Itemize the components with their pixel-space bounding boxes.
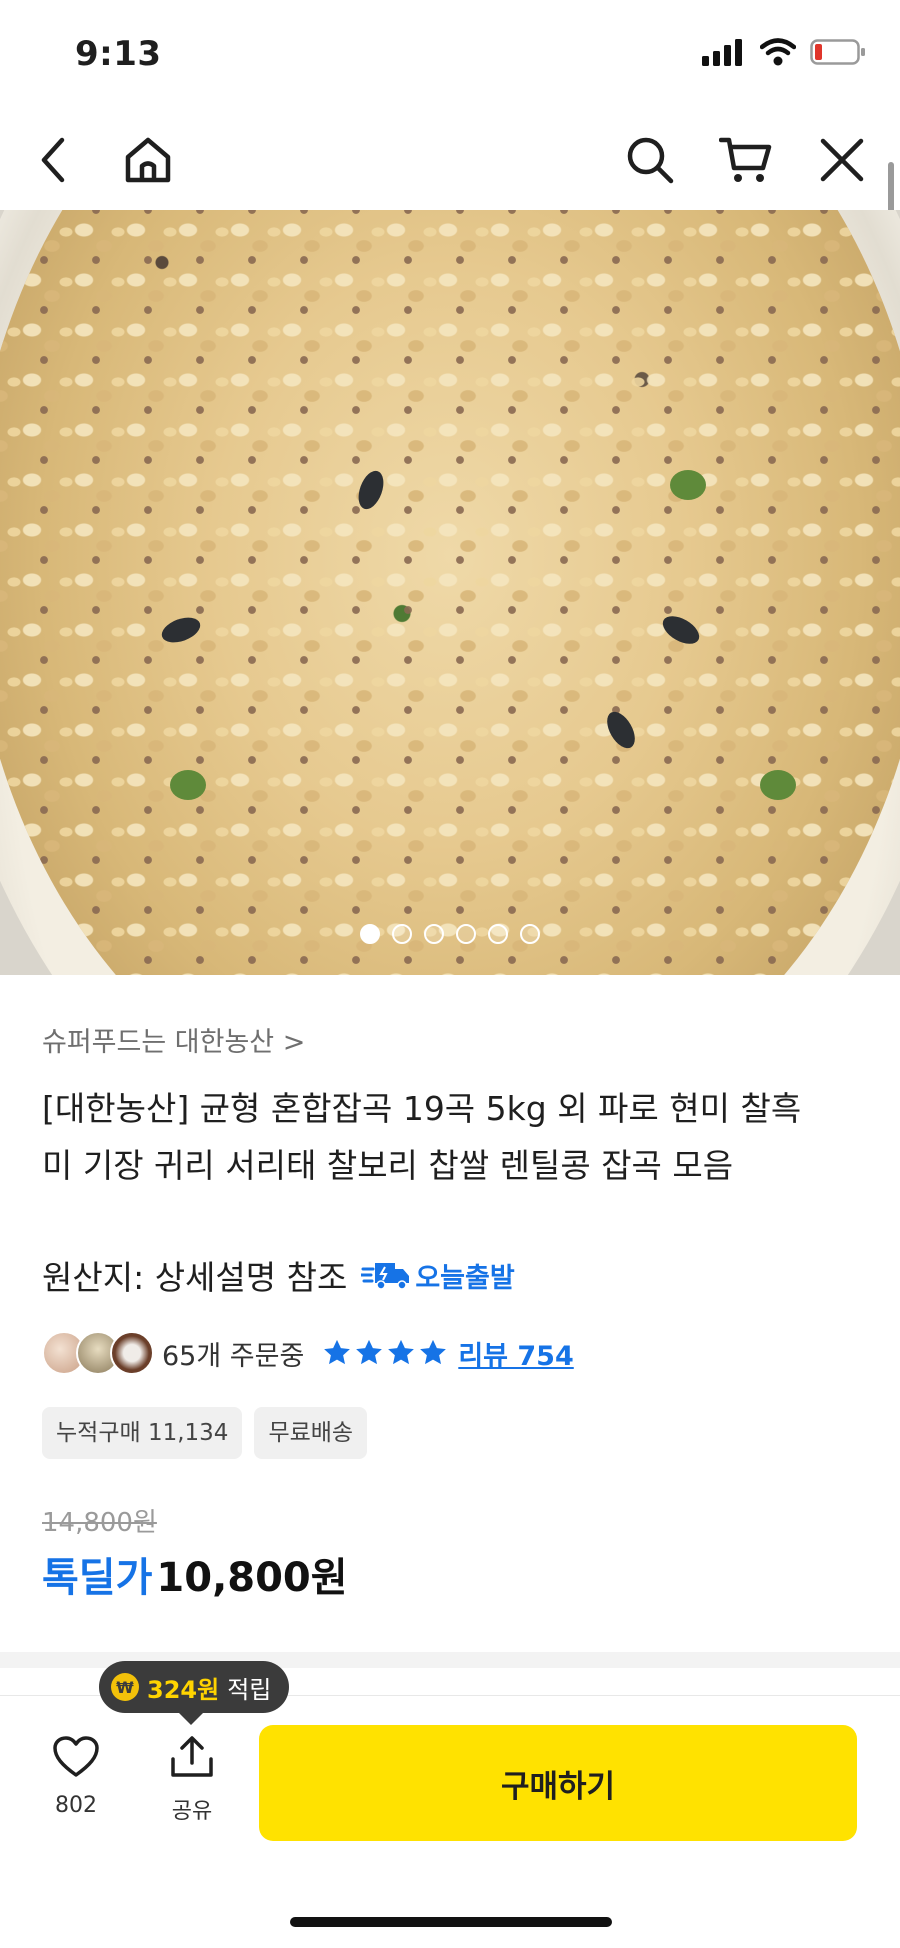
product-title: [대한농산] 균형 혼합잡곡 19곡 5kg 외 파로 현미 찰흑미 기장 귀리… (42, 1089, 802, 1185)
fast-delivery-truck-icon (361, 1263, 410, 1290)
status-icons (702, 38, 866, 66)
back-button[interactable] (24, 130, 84, 190)
status-bar: 9:13 (0, 0, 900, 110)
close-button[interactable] (812, 130, 872, 190)
today-shipping-label: 오늘출발 (415, 1262, 515, 1294)
carousel-dot[interactable] (360, 924, 380, 944)
favorite-count: 802 (55, 1793, 97, 1818)
points-tooltip: ₩ 324원 적립 (99, 1661, 290, 1725)
home-indicator[interactable] (290, 1917, 612, 1927)
battery-low-icon (810, 39, 865, 65)
carousel-dot[interactable] (456, 924, 476, 944)
search-icon (627, 137, 674, 184)
product-tags: 누적구매 11,134 무료배송 (42, 1407, 368, 1459)
sale-price: 10,800원 (156, 1555, 348, 1601)
carousel-dots[interactable] (0, 924, 900, 944)
carousel-dot[interactable] (488, 924, 508, 944)
star-icon (388, 1339, 415, 1365)
cart-icon (719, 137, 772, 182)
search-button[interactable] (620, 130, 680, 190)
wifi-icon (760, 38, 796, 66)
share-button[interactable]: 공유 (156, 1735, 228, 1825)
chevron-left-icon (41, 137, 65, 183)
product-image-carousel[interactable] (0, 210, 900, 975)
nav-bar (0, 110, 900, 210)
won-coin-icon: ₩ (111, 1673, 139, 1701)
deal-price-label: 톡딜가 (42, 1555, 153, 1601)
origin-row: 원산지: 상세설명 참조 오늘출발 (42, 1251, 515, 1299)
origin-text: 원산지: 상세설명 참조 (42, 1258, 348, 1297)
heart-icon (53, 1736, 99, 1777)
grain-image (0, 210, 900, 975)
close-icon (820, 138, 864, 182)
favorite-button[interactable]: 802 (40, 1735, 112, 1818)
cart-button[interactable] (716, 130, 776, 190)
carousel-dot[interactable] (424, 924, 444, 944)
status-time: 9:13 (75, 34, 162, 74)
free-shipping-tag: 무료배송 (254, 1407, 368, 1459)
cellular-signal-icon (702, 39, 742, 66)
buyer-avatars (42, 1331, 154, 1375)
avatar (110, 1331, 154, 1375)
share-label: 공유 (171, 1799, 213, 1824)
star-icon (324, 1339, 351, 1365)
original-price: 14,800원 (42, 1508, 157, 1538)
buy-button[interactable]: 구매하기 (259, 1725, 857, 1841)
sale-price-row: 톡딜가 10,800원 (42, 1545, 348, 1603)
star-icon (356, 1339, 383, 1365)
cumulative-purchases-tag: 누적구매 11,134 (42, 1407, 243, 1459)
seller-store-link[interactable]: 슈퍼푸드는 대한농산 > (42, 1020, 305, 1059)
rating-stars (322, 1338, 448, 1368)
home-button[interactable] (118, 130, 178, 190)
carousel-dot[interactable] (520, 924, 540, 944)
review-count-link[interactable]: 리뷰 754 (458, 1334, 573, 1373)
carousel-dot[interactable] (392, 924, 412, 944)
orders-in-progress-text: 65개 주문중 (162, 1340, 305, 1372)
share-icon (171, 1736, 213, 1777)
home-icon (125, 137, 171, 183)
star-icon (420, 1339, 447, 1365)
points-suffix: 적립 (227, 1675, 272, 1704)
points-amount: 324원 (147, 1675, 220, 1704)
today-shipping-badge: 오늘출발 (361, 1256, 515, 1295)
order-status-row: 65개 주문중 리뷰 754 (42, 1331, 574, 1375)
